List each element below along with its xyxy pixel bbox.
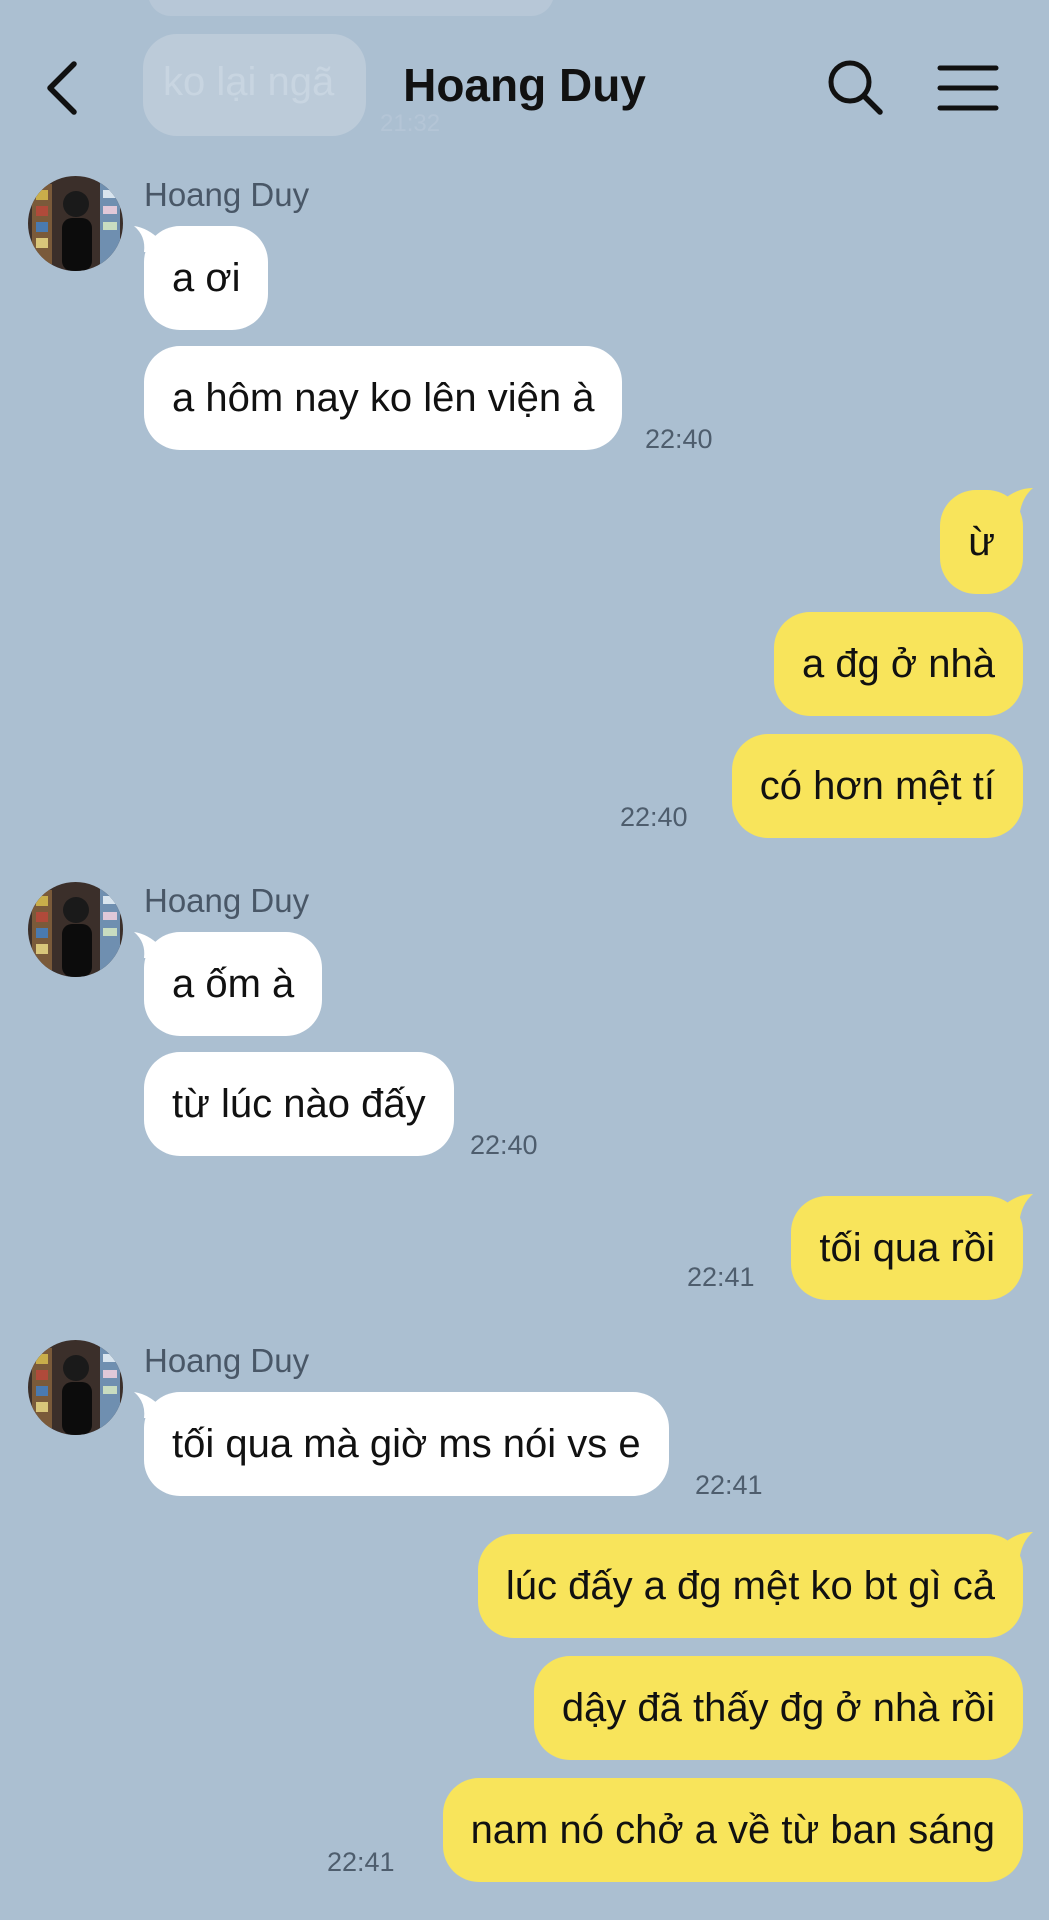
message-time: 22:41 [327,1847,395,1877]
chat-header: Hoang Duy [0,0,1049,170]
message-time: 22:40 [645,424,713,454]
message-time: 22:40 [620,802,688,832]
back-icon[interactable] [30,52,100,124]
outgoing-message[interactable]: a đg ở nhà [773,612,1023,716]
outgoing-message[interactable]: nam nó chở a về từ ban sáng [442,1778,1023,1882]
outgoing-message[interactable]: ừ [940,490,1023,594]
sender-name: Hoang Duy [144,882,310,919]
outgoing-message[interactable]: lúc đấy a đg mệt ko bt gì cả [477,1534,1023,1638]
avatar[interactable] [28,1340,123,1435]
message-time: 22:41 [695,1470,763,1500]
avatar[interactable] [28,882,123,977]
incoming-message[interactable]: từ lúc nào đấy [144,1052,454,1156]
outgoing-message[interactable]: dậy đã thấy đg ở nhà rồi [533,1656,1023,1760]
outgoing-message[interactable]: có hơn mệt tí [731,734,1023,838]
page-title: Hoang Duy [403,59,646,111]
message-time: 22:41 [687,1262,755,1292]
incoming-message[interactable]: tối qua mà giờ ms nói vs e [144,1392,669,1496]
avatar[interactable] [28,176,123,271]
outgoing-message[interactable]: tối qua rồi [791,1196,1023,1300]
message-time: 22:40 [470,1130,538,1160]
menu-icon[interactable] [934,58,1002,118]
chat-screen: ko lại ngã 21:32 Hoang Duy Hoang Duy a ơ… [0,0,1049,1920]
incoming-message[interactable]: a ốm à [144,932,323,1036]
sender-name: Hoang Duy [144,1342,310,1379]
incoming-message[interactable]: a hôm nay ko lên viện à [144,346,623,450]
sender-name: Hoang Duy [144,176,310,213]
incoming-message[interactable]: a ơi [144,226,269,330]
search-icon[interactable] [824,56,888,120]
